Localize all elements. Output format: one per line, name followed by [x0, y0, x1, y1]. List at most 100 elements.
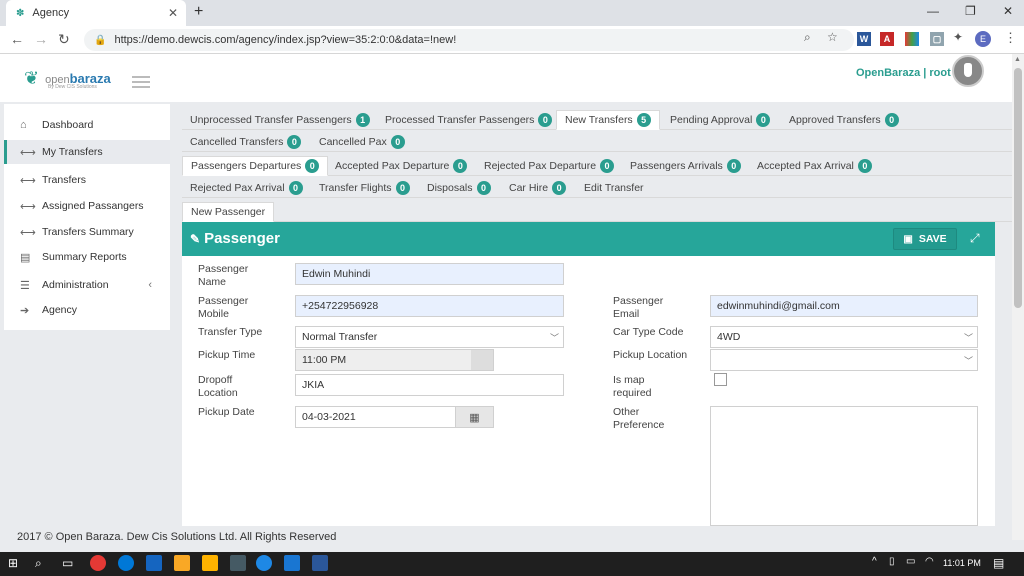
browser-tab[interactable]: ✽ Agency ✕	[6, 0, 186, 26]
save-button[interactable]: ▣ SAVE	[893, 228, 957, 250]
sidebar-item-transfers-summary[interactable]: ⟷ Transfers Summary	[4, 220, 170, 244]
sidebar-item-administration[interactable]: ☰ Administration ‹	[4, 273, 170, 297]
extensions-puzzle-icon[interactable]: ✦	[953, 30, 963, 44]
profile-avatar[interactable]: E	[975, 31, 991, 47]
tab-passengers-arrivals[interactable]: Passengers Arrivals 0	[622, 156, 749, 176]
screen-extension-icon[interactable]: ▢	[930, 32, 944, 46]
tab-rejected-pax-departure[interactable]: Rejected Pax Departure 0	[476, 156, 622, 176]
camera-taskbar-icon[interactable]	[230, 555, 246, 571]
chevron-down-icon: ﹀	[549, 333, 559, 343]
windows-start-icon[interactable]: ⊞	[8, 556, 18, 570]
chevron-down-icon: ﹀	[963, 333, 973, 343]
tab-processed-transfer-passengers[interactable]: Processed Transfer Passengers 0	[377, 110, 560, 130]
tab-accepted-pax-arrival[interactable]: Accepted Pax Arrival 0	[749, 156, 880, 176]
ie-taskbar-icon[interactable]	[256, 555, 272, 571]
passenger-name-input[interactable]: Edwin Muhindi	[295, 263, 564, 285]
sidebar-item-transfers[interactable]: ⟷ Transfers	[4, 168, 170, 192]
car-type-label: Car Type Code	[613, 326, 684, 338]
passenger-mobile-input[interactable]: +254722956928	[295, 295, 564, 317]
store-taskbar-icon[interactable]	[146, 555, 162, 571]
calendar-icon[interactable]: ▦	[455, 407, 493, 427]
word-taskbar-icon[interactable]	[312, 555, 328, 571]
save-label: SAVE	[918, 233, 947, 245]
sidebar-item-assigned-passangers[interactable]: ⟷ Assigned Passangers	[4, 194, 170, 218]
pickup-date-input[interactable]: 04-03-2021 ▦	[295, 406, 494, 428]
time-picker-addon[interactable]	[471, 350, 493, 370]
sidebar-item-agency[interactable]: ➔ Agency	[4, 298, 170, 322]
tray-chevron-icon[interactable]: ^	[872, 556, 877, 567]
passenger-email-label: Passenger Email	[613, 295, 664, 320]
search-icon[interactable]: ⌕	[35, 556, 42, 571]
word-extension-icon[interactable]: W	[857, 32, 871, 46]
tab-unprocessed-transfer-passengers[interactable]: Unprocessed Transfer Passengers 1	[182, 110, 378, 130]
sidebar-item-summary-reports[interactable]: ▤ Summary Reports	[4, 245, 170, 269]
page-scrollbar[interactable]: ▲	[1012, 54, 1024, 540]
task-view-icon[interactable]: ▭	[62, 556, 73, 570]
scroll-up-icon[interactable]: ▲	[1014, 56, 1021, 63]
reload-icon[interactable]: ↻	[58, 31, 70, 48]
expand-icon[interactable]: ⤢	[970, 231, 980, 246]
sidebar-item-label: Transfers Summary	[42, 226, 134, 238]
pickup-location-select[interactable]: ﹀	[710, 349, 978, 371]
passenger-email-input[interactable]: edwinmuhindi@gmail.com	[710, 295, 978, 317]
forward-icon[interactable]: →	[34, 31, 48, 47]
tab-new-transfers[interactable]: New Transfers 5	[556, 110, 660, 130]
tab-label: Passengers Departures	[191, 160, 302, 172]
tab-new-passenger[interactable]: New Passenger	[182, 202, 275, 222]
count-badge: 0	[726, 159, 741, 173]
explorer-taskbar-icon[interactable]	[174, 555, 190, 571]
tab-pending-approval[interactable]: Pending Approval 0	[662, 110, 778, 130]
sidebar-item-my-transfers[interactable]: ⟷ My Transfers	[4, 140, 170, 164]
back-icon[interactable]: ←	[10, 31, 24, 47]
edge-taskbar-icon[interactable]	[118, 555, 134, 571]
logo-people-icon: ❦	[24, 68, 40, 88]
page-footer: 2017 © Open Baraza. Dew Cis Solutions Lt…	[17, 531, 337, 543]
tab-accepted-pax-departure[interactable]: Accepted Pax Departure 0	[327, 156, 475, 176]
tab-label: Accepted Pax Departure	[335, 160, 450, 172]
chrome-taskbar-icon[interactable]	[90, 555, 106, 571]
battery-icon[interactable]: ▯	[889, 556, 895, 567]
taskbar-clock[interactable]: 11:01 PM	[943, 558, 981, 568]
pickup-time-input[interactable]: 11:00 PM	[295, 349, 494, 371]
map-required-checkbox[interactable]	[714, 373, 727, 386]
app-taskbar-icon[interactable]	[284, 555, 300, 571]
user-avatar[interactable]	[952, 55, 984, 87]
user-label[interactable]: OpenBaraza | root	[856, 67, 951, 79]
tab-transfer-flights[interactable]: Transfer Flights 0	[311, 178, 418, 198]
wifi-icon[interactable]: ◠	[925, 556, 934, 567]
tab-disposals[interactable]: Disposals 0	[419, 178, 499, 198]
scrollbar-thumb[interactable]	[1014, 68, 1022, 308]
tab-label: Pending Approval	[670, 114, 753, 126]
tab-edit-transfer[interactable]: Edit Transfer	[576, 178, 652, 198]
tab-approved-transfers[interactable]: Approved Transfers 0	[781, 110, 907, 130]
menu-toggle-icon[interactable]	[132, 76, 150, 91]
sidebar-item-dashboard[interactable]: ⌂ Dashboard	[4, 113, 170, 137]
tab-rejected-pax-arrival[interactable]: Rejected Pax Arrival 0	[182, 178, 311, 198]
count-badge: 0	[288, 181, 303, 195]
transfer-type-select[interactable]: Normal Transfer ﹀	[295, 326, 564, 348]
color-extension-icon[interactable]	[905, 32, 919, 46]
new-tab-icon[interactable]: +	[194, 3, 203, 21]
window-close-icon[interactable]: ✕	[1003, 4, 1013, 18]
url-input[interactable]: 🔒 https://demo.dewcis.com/agency/index.j…	[84, 29, 854, 51]
restore-icon[interactable]: ❐	[965, 4, 976, 18]
dropoff-location-input[interactable]: JKIA	[295, 374, 564, 396]
media-taskbar-icon[interactable]	[202, 555, 218, 571]
other-preference-textarea[interactable]	[710, 406, 978, 526]
bookmark-star-icon[interactable]: ☆	[827, 30, 838, 44]
notifications-icon[interactable]: ▤	[993, 556, 1004, 570]
network-icon[interactable]: ▭	[906, 556, 915, 567]
pdf-extension-icon[interactable]: A	[880, 32, 894, 46]
tab-label: Disposals	[427, 182, 473, 194]
tab-cancelled-pax[interactable]: Cancelled Pax 0	[311, 132, 413, 152]
browser-menu-icon[interactable]: ⋮	[1004, 30, 1017, 46]
tab-passengers-departures[interactable]: Passengers Departures 0	[182, 156, 329, 176]
count-badge: 0	[476, 181, 491, 195]
car-type-select[interactable]: 4WD ﹀	[710, 326, 978, 348]
tab-cancelled-transfers[interactable]: Cancelled Transfers 0	[182, 132, 309, 152]
zoom-icon[interactable]: ⌕	[804, 30, 811, 45]
tab-car-hire[interactable]: Car Hire 0	[501, 178, 574, 198]
count-badge: 0	[538, 113, 553, 127]
minimize-icon[interactable]: —	[927, 4, 939, 18]
close-tab-icon[interactable]: ✕	[168, 6, 178, 20]
